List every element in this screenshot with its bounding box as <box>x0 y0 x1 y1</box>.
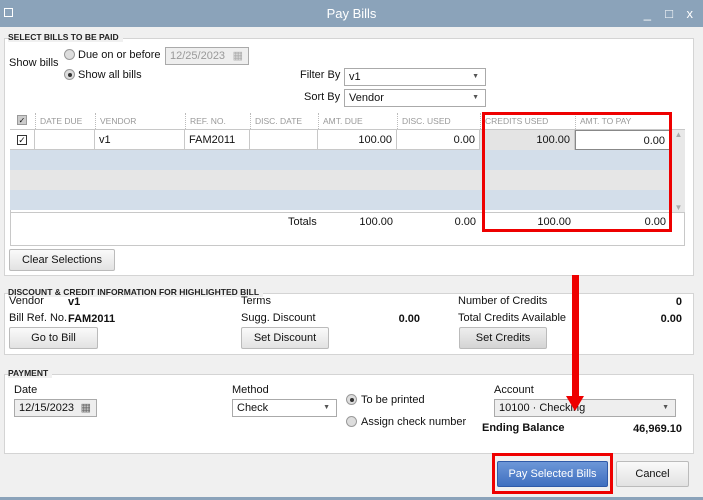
row-vendor: v1 <box>95 130 185 150</box>
total-disc-used: 0.00 <box>454 216 476 228</box>
show-all-bills-radio[interactable] <box>64 69 75 80</box>
sort-by-dropdown[interactable]: Vendor <box>344 89 486 107</box>
go-to-bill-button[interactable]: Go to Bill <box>9 327 98 349</box>
set-credits-button[interactable]: Set Credits <box>459 327 547 349</box>
cancel-button[interactable]: Cancel <box>616 461 689 487</box>
sort-by-label: Sort By <box>304 91 341 103</box>
row-disc-used: 0.00 <box>397 130 480 150</box>
show-bills-label: Show bills <box>9 57 59 69</box>
ending-balance-value: 46,969.10 <box>633 423 682 435</box>
minimize-button[interactable]: _ <box>644 0 651 27</box>
total-amt-due: 100.00 <box>359 216 393 228</box>
title-bar: Pay Bills _ □ x <box>0 0 703 27</box>
filter-by-dropdown[interactable]: v1 <box>344 68 486 86</box>
due-on-before-radio[interactable] <box>64 49 75 60</box>
terms-label: Terms <box>241 295 271 307</box>
filter-by-label: Filter By <box>300 69 341 81</box>
close-button[interactable]: x <box>687 0 694 27</box>
select-bills-heading: SELECT BILLS TO BE PAID <box>8 32 123 42</box>
col-ref-no[interactable]: REF. NO. <box>185 113 250 129</box>
clear-selections-button[interactable]: Clear Selections <box>9 249 115 271</box>
bill-ref-label: Bill Ref. No. <box>9 312 68 324</box>
bill-ref-value: FAM2011 <box>68 313 116 325</box>
col-vendor[interactable]: VENDOR <box>95 113 185 129</box>
select-all-checkbox[interactable]: ✓ <box>17 115 27 125</box>
vendor-label: Vendor <box>9 295 44 307</box>
maximize-button[interactable]: □ <box>665 0 673 27</box>
col-amt-due[interactable]: AMT. DUE <box>318 113 397 129</box>
payment-date-value: 12/15/2023 <box>19 402 75 414</box>
vendor-value: v1 <box>68 296 81 308</box>
account-dropdown[interactable]: 10100 · Checking <box>494 399 676 417</box>
account-label: Account <box>494 384 534 396</box>
row-checkbox[interactable]: ✓ <box>17 135 27 145</box>
to-be-printed-radio[interactable] <box>346 394 357 405</box>
totals-label: Totals <box>288 216 317 228</box>
assign-check-number-radio[interactable] <box>346 416 357 427</box>
to-be-printed-label: To be printed <box>361 394 425 406</box>
number-of-credits-label: Number of Credits <box>458 295 548 307</box>
row-disc-date <box>250 130 318 150</box>
highlight-box <box>492 453 613 494</box>
number-of-credits-value: 0 <box>675 296 682 308</box>
assign-check-number-label: Assign check number <box>361 416 467 428</box>
total-credits-value: 0.00 <box>660 313 682 325</box>
discount-heading: DISCOUNT & CREDIT INFORMATION FOR HIGHLI… <box>8 287 264 297</box>
row-date-due <box>35 130 95 150</box>
method-label: Method <box>232 384 269 396</box>
row-ref: FAM2011 <box>185 130 250 150</box>
method-dropdown[interactable]: Check <box>232 399 337 417</box>
ending-balance-label: Ending Balance <box>482 422 565 434</box>
system-menu-icon[interactable] <box>4 8 13 17</box>
red-arrow-head-icon <box>566 396 584 411</box>
col-disc-used[interactable]: DISC. USED <box>397 113 480 129</box>
payment-date-field[interactable]: 12/15/2023 ▦ <box>14 399 97 417</box>
due-date-field[interactable]: 12/25/2023 ▦ <box>165 47 249 65</box>
table-scrollbar[interactable]: ▲ ▼ <box>672 130 685 212</box>
payment-heading: PAYMENT <box>8 368 53 378</box>
col-date-due[interactable]: DATE DUE <box>35 113 95 129</box>
show-all-bills-label: Show all bills <box>78 69 142 81</box>
sugg-discount-value: 0.00 <box>398 313 420 325</box>
sugg-discount-label: Sugg. Discount <box>241 312 316 324</box>
row-amt-due: 100.00 <box>318 130 397 150</box>
date-label: Date <box>14 384 38 396</box>
highlight-box <box>482 112 672 232</box>
calendar-icon[interactable]: ▦ <box>81 400 91 416</box>
window-title: Pay Bills <box>326 6 377 21</box>
calendar-icon[interactable]: ▦ <box>233 48 243 64</box>
due-on-before-label: Due on or before <box>78 49 161 61</box>
total-credits-label: Total Credits Available <box>458 312 567 324</box>
set-discount-button[interactable]: Set Discount <box>241 327 329 349</box>
due-date-value: 12/25/2023 <box>170 50 226 62</box>
col-disc-date[interactable]: DISC. DATE <box>250 113 318 129</box>
red-arrow-shaft <box>572 275 579 397</box>
